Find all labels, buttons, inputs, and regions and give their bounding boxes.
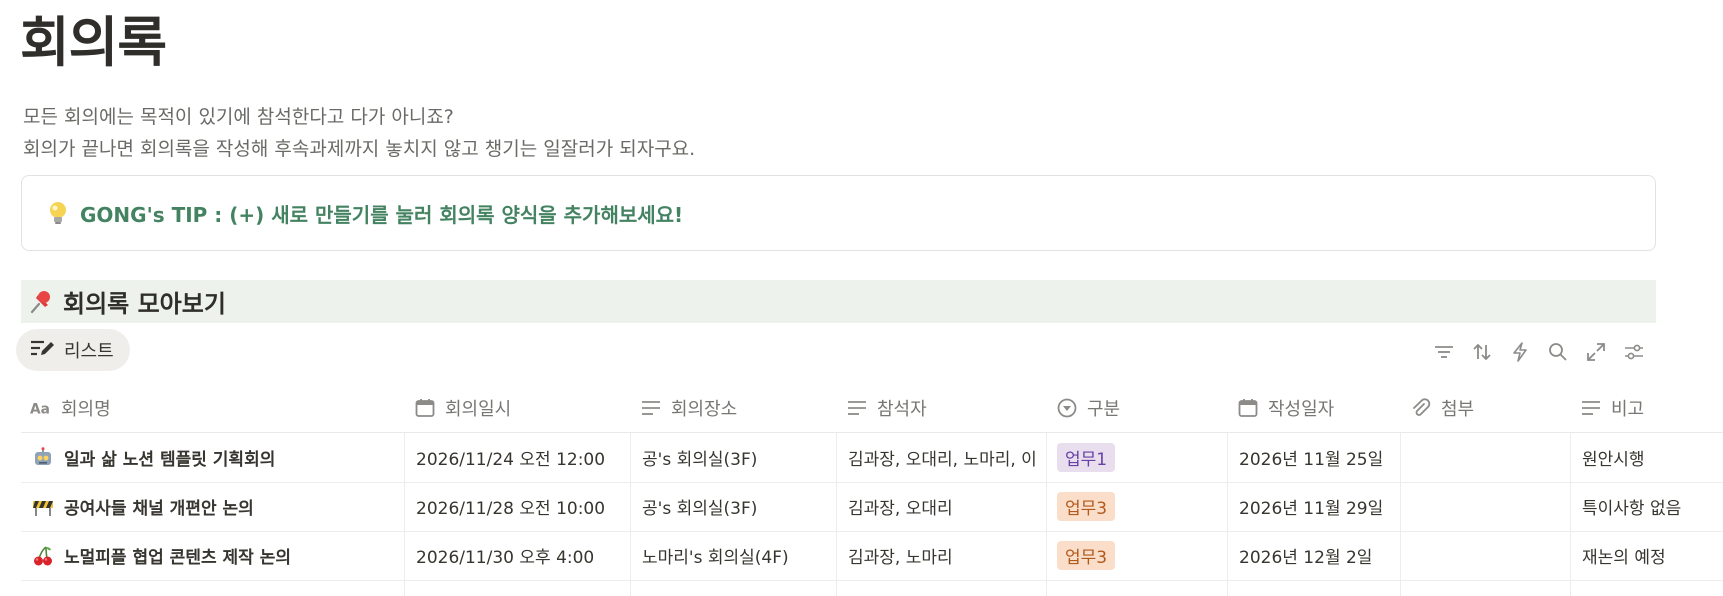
category-tag: 업무1 [1057, 443, 1116, 472]
description-line-2: 회의가 끝나면 회의록을 작성해 후속과제까지 놓치지 않고 챙기는 일잘러가 … [23, 138, 696, 160]
row-attachment[interactable] [1401, 482, 1571, 531]
row-place[interactable]: 공's 회의실(3F) [631, 482, 837, 531]
pushpin-icon [26, 287, 56, 317]
column-header[interactable]: 작성일자 [1228, 384, 1401, 432]
cherry-icon [32, 545, 54, 567]
category-tag: 업무3 [1057, 541, 1116, 570]
view-tab-list[interactable]: 리스트 [16, 329, 130, 371]
robot-icon [32, 446, 54, 469]
row-datetime[interactable]: 2026/11/24 오전 12:00 [405, 433, 631, 482]
row-written-date[interactable]: 2026년 11월 25일 [1228, 433, 1401, 482]
column-header[interactable]: 회의일시 [405, 384, 631, 432]
row-note[interactable]: 특이사항 없음 [1571, 482, 1723, 531]
row-category[interactable]: 업무3 [1047, 482, 1228, 531]
text-lines-icon [1580, 397, 1602, 419]
table-header: Aa 회의명 회의일시 회의장소 참석자 구분 작성일자 첨부 비고 [21, 384, 1723, 433]
row-datetime[interactable]: 2026/11/30 오후 4:00 [405, 531, 631, 580]
attachment-icon [1410, 397, 1432, 419]
calendar-icon [414, 397, 436, 419]
settings-icon[interactable] [1622, 340, 1646, 364]
row-attendees[interactable]: 김과장, 오대리, 노마리, 이 [837, 433, 1047, 482]
row-title-cell[interactable]: 노멀피플 협업 콘텐츠 제작 논의 [21, 531, 405, 580]
row-datetime[interactable]: 2026/11/28 오전 10:00 [405, 482, 631, 531]
row-title-cell[interactable]: 공여사들 채널 개편안 논의 [21, 482, 405, 531]
row-attachment[interactable] [1401, 433, 1571, 482]
row-written-date[interactable]: 2026년 12월 2일 [1228, 531, 1401, 580]
view-tab-label: 리스트 [64, 341, 114, 362]
row-category[interactable]: 업무3 [1047, 531, 1228, 580]
column-header[interactable]: 비고 [1571, 384, 1723, 432]
table-row-partial [21, 580, 1723, 596]
row-title-cell[interactable]: 일과 삶 노션 템플릿 기획회의 [21, 433, 405, 482]
select-icon [1056, 397, 1078, 419]
column-header[interactable]: 참석자 [837, 384, 1047, 432]
page-description: 모든 회의에는 목적이 있기에 참석한다고 다가 아니죠? 회의가 끝나면 회의… [23, 101, 695, 165]
column-header[interactable]: 첨부 [1401, 384, 1571, 432]
calendar-icon [1237, 397, 1259, 419]
tip-callout: GONG's TIP : (+) 새로 만들기를 눌러 회의록 양식을 추가해보… [21, 175, 1656, 251]
text-type-icon: Aa [30, 397, 52, 419]
page-title: 회의록 [20, 11, 167, 74]
list-edit-icon [30, 338, 56, 363]
column-header[interactable]: Aa 회의명 [21, 384, 405, 432]
row-note[interactable]: 원안시행 [1571, 433, 1723, 482]
lightbulb-icon [44, 199, 72, 227]
svg-text:Aa: Aa [30, 402, 50, 417]
text-lines-icon [640, 397, 662, 419]
row-place[interactable]: 노마리's 회의실(4F) [631, 531, 837, 580]
table-row[interactable]: 일과 삶 노션 템플릿 기획회의 2026/11/24 오전 12:00 공's… [21, 433, 1723, 483]
section-header: 회의록 모아보기 [21, 280, 1656, 323]
column-header[interactable]: 회의장소 [631, 384, 837, 432]
expand-icon[interactable] [1584, 340, 1608, 364]
description-line-1: 모든 회의에는 목적이 있기에 참석한다고 다가 아니죠? [23, 106, 454, 128]
row-attachment[interactable] [1401, 531, 1571, 580]
filter-icon[interactable] [1432, 340, 1456, 364]
row-category[interactable]: 업무1 [1047, 433, 1228, 482]
category-tag: 업무3 [1057, 492, 1116, 521]
row-attendees[interactable]: 김과장, 노마리 [837, 531, 1047, 580]
row-place[interactable]: 공's 회의실(3F) [631, 433, 837, 482]
row-attendees[interactable]: 김과장, 오대리 [837, 482, 1047, 531]
text-lines-icon [846, 397, 868, 419]
row-note[interactable]: 재논의 예정 [1571, 531, 1723, 580]
barrier-icon [32, 496, 54, 518]
sort-icon[interactable] [1470, 340, 1494, 364]
search-icon[interactable] [1546, 340, 1570, 364]
database-toolbar [1432, 340, 1646, 364]
lightning-icon[interactable] [1508, 340, 1532, 364]
row-written-date[interactable]: 2026년 11월 29일 [1228, 482, 1401, 531]
tip-text: GONG's TIP : (+) 새로 만들기를 눌러 회의록 양식을 추가해보… [80, 202, 684, 227]
column-header[interactable]: 구분 [1047, 384, 1228, 432]
table-row[interactable]: 공여사들 채널 개편안 논의 2026/11/28 오전 10:00 공's 회… [21, 482, 1723, 532]
section-title: 회의록 모아보기 [63, 290, 226, 318]
table-row[interactable]: 노멀피플 협업 콘텐츠 제작 논의 2026/11/30 오후 4:00 노마리… [21, 531, 1723, 581]
